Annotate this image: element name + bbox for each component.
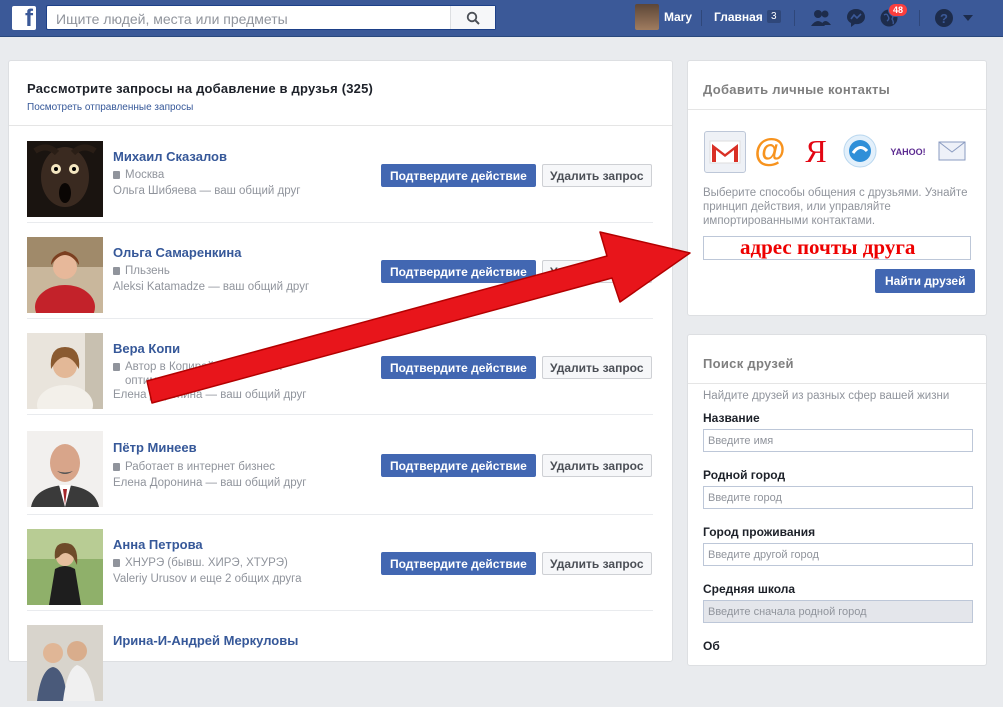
current-city-input[interactable] (703, 543, 973, 566)
search-box (46, 5, 496, 30)
location-icon (113, 266, 120, 275)
delete-request-button[interactable]: Удалить запрос (542, 454, 652, 477)
mutual-friends-line: Елена Доронина — ваш общий друг (113, 389, 307, 401)
high-school-input[interactable] (703, 600, 973, 623)
man-suit-avatar-icon[interactable] (27, 431, 103, 507)
divider (688, 109, 986, 110)
education-line: ХНУРЭ (бывш. ХИРЭ, ХТУРЭ) (113, 557, 288, 569)
messages-icon[interactable] (845, 7, 867, 29)
scary-mask-avatar-icon[interactable] (27, 141, 103, 217)
find-friends-box: Поиск друзей Найдите друзей из разных сф… (687, 334, 987, 666)
find-friends-button[interactable]: Найти друзей (875, 269, 976, 293)
confirm-request-button[interactable]: Подтвердите действие (381, 552, 536, 575)
notifications-count-badge: 48 (888, 3, 909, 17)
friend-name-link[interactable]: Вера Копи (113, 341, 180, 356)
yandex-icon[interactable]: Я (796, 131, 836, 171)
svg-text:?: ? (940, 11, 948, 26)
work-line: Работает в интернет бизнес (113, 461, 275, 473)
help-icon[interactable]: ? (933, 7, 955, 29)
delete-request-button[interactable]: Удалить запрос (542, 552, 652, 575)
woman-red-dress-avatar-icon[interactable] (27, 237, 103, 313)
home-link[interactable]: Главная (714, 10, 763, 24)
friend-name-link[interactable]: Анна Петрова (113, 537, 203, 552)
find-friends-description: Найдите друзей из разных сфер вашей жизн… (703, 390, 950, 402)
friend-requests-title: Рассмотрите запросы на добавление в друз… (27, 81, 374, 96)
confirm-request-button[interactable]: Подтвердите действие (381, 164, 536, 187)
friend-request-row: Ольга Самаренкина Пльзень Aleksi Katamad… (27, 223, 653, 319)
friend-name-link[interactable]: Ирина-И-Андрей Меркуловы (113, 633, 298, 648)
mutual-friends-line: Елена Доронина — ваш общий друг (113, 477, 307, 489)
divider (9, 125, 672, 126)
facebook-logo[interactable]: f (12, 5, 36, 32)
svg-text:@: @ (754, 134, 785, 168)
friend-name-link[interactable]: Ольга Самаренкина (113, 245, 242, 260)
contacts-description: Выберите способы общения с друзьями. Узн… (703, 187, 968, 227)
other-email-icon[interactable] (932, 131, 972, 171)
friend-name-link[interactable]: Михаил Сказалов (113, 149, 227, 164)
delete-request-button[interactable]: Удалить запрос (542, 356, 652, 379)
rambler-icon[interactable] (840, 131, 880, 171)
divider (701, 10, 702, 26)
yahoo-icon[interactable]: YAHOO! (886, 131, 930, 171)
name-input[interactable] (703, 429, 973, 452)
delete-request-button[interactable]: Удалить запрос (542, 260, 652, 283)
gmail-icon[interactable] (704, 131, 746, 173)
mail-ru-icon[interactable]: @ (750, 131, 790, 171)
top-bar: f Mary Главная 3 48 ? (0, 0, 1003, 37)
friend-name-link[interactable]: Пётр Минеев (113, 440, 197, 455)
woman-avatar-icon[interactable] (27, 333, 103, 409)
confirm-request-button[interactable]: Подтвердите действие (381, 356, 536, 379)
friend-request-row: Анна Петрова ХНУРЭ (бывш. ХИРЭ, ХТУРЭ) V… (27, 515, 653, 611)
svg-text:Я: Я (805, 134, 826, 168)
search-button[interactable] (450, 6, 495, 29)
couple-avatar-icon[interactable] (27, 625, 103, 701)
friend-requests-panel: Рассмотрите запросы на добавление в друз… (8, 60, 673, 701)
friend-requests-icon[interactable] (810, 7, 832, 29)
mutual-friends-line: Ольга Шибяева — ваш общий друг (113, 185, 301, 197)
add-contacts-box: Добавить личные контакты @ Я YAHOO! Выбе… (687, 60, 987, 316)
location-icon (113, 170, 120, 179)
svg-text:YAHOO!: YAHOO! (890, 147, 925, 157)
mutual-friends-line: Aleksi Katamadze — ваш общий друг (113, 281, 310, 293)
user-name-link[interactable]: Mary (664, 10, 692, 24)
divider (688, 383, 986, 384)
search-icon (466, 11, 480, 25)
mutual-friends-line: Valeriy Urusov и еще 2 общих друга (113, 573, 302, 585)
work-icon (113, 462, 120, 471)
current-city-label: Город проживания (703, 525, 816, 539)
sent-requests-link[interactable]: Посмотреть отправленные запросы (27, 102, 193, 113)
friend-request-row: Пётр Минеев Работает в интернет бизнес Е… (27, 415, 653, 515)
name-label: Название (703, 411, 760, 425)
friend-request-row: Михаил Сказалов Москва Ольга Шибяева — в… (27, 127, 653, 223)
divider (794, 10, 795, 26)
work-line-continued: оптимизация (125, 375, 195, 387)
friend-request-row: Вера Копи Автор в Копирайтинг, взбла… оп… (27, 319, 653, 415)
friend-email-field[interactable]: адрес почты друга (703, 236, 971, 260)
home-count-badge: 3 (767, 10, 781, 23)
hometown-label: Родной город (703, 468, 786, 482)
location-line: Пльзень (113, 265, 170, 277)
confirm-request-button[interactable]: Подтвердите действие (381, 454, 536, 477)
work-line: Автор в Копирайтинг, взбла… (113, 361, 283, 373)
work-icon (113, 362, 120, 371)
user-avatar[interactable] (635, 4, 659, 30)
location-line: Москва (113, 169, 164, 181)
education-icon (113, 558, 120, 567)
friend-request-row: Ирина-И-Андрей Меркуловы (27, 611, 653, 707)
high-school-label: Средняя школа (703, 582, 796, 596)
next-field-label: Об (703, 639, 720, 653)
account-menu-chevron-icon[interactable] (960, 10, 976, 26)
hometown-input[interactable] (703, 486, 973, 509)
woman-outdoor-avatar-icon[interactable] (27, 529, 103, 605)
divider (919, 10, 920, 26)
find-friends-title: Поиск друзей (703, 356, 794, 371)
search-input[interactable] (54, 7, 458, 30)
confirm-request-button[interactable]: Подтвердите действие (381, 260, 536, 283)
add-contacts-title: Добавить личные контакты (703, 82, 891, 97)
delete-request-button[interactable]: Удалить запрос (542, 164, 652, 187)
